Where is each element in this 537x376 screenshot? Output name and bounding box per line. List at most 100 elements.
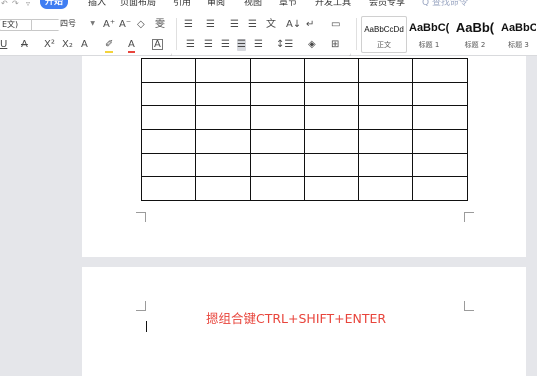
phonetic-guide-icon[interactable]: 雯 [155, 19, 165, 31]
menu-chapter[interactable]: 章节 [279, 0, 297, 9]
sort-icon[interactable]: A↓ [286, 19, 301, 31]
table-cell[interactable] [140, 58, 197, 83]
table-cell[interactable] [249, 129, 305, 154]
style-normal[interactable]: AaBbCcDd 正文 [361, 16, 407, 53]
font-color-icon[interactable]: A [128, 39, 135, 53]
margin-corner-mark [136, 212, 146, 222]
table-cell[interactable] [358, 58, 414, 83]
table-cell[interactable] [303, 105, 360, 131]
style-sample: AaBbCcDd [364, 25, 404, 34]
style-name: 正文 [377, 41, 391, 49]
table-row [140, 152, 468, 178]
style-sample: AaBbC [501, 22, 536, 34]
align-right-icon[interactable]: ☰ [221, 39, 230, 51]
table-cell[interactable] [303, 152, 360, 178]
table-cell[interactable] [249, 176, 305, 202]
highlight-icon[interactable]: ✐ [105, 39, 114, 53]
table-cell[interactable] [195, 176, 251, 202]
line-spacing-icon[interactable]: ↕☰ [276, 39, 293, 51]
menu-review[interactable]: 审阅 [207, 0, 225, 9]
table-cell[interactable] [249, 58, 305, 83]
table-cell[interactable] [249, 105, 305, 131]
table-cell[interactable] [412, 129, 468, 154]
table-cell[interactable] [195, 81, 251, 107]
subscript-icon[interactable]: X₂ [62, 39, 73, 51]
table-cell[interactable] [195, 152, 251, 178]
menu-home[interactable]: 开始 [40, 0, 69, 9]
table-cell[interactable] [303, 81, 360, 107]
grow-font-icon[interactable]: A⁺ [103, 19, 115, 31]
character-border-icon[interactable]: A [152, 39, 163, 50]
character-scale-icon[interactable]: ▭ [331, 19, 340, 31]
numbering-icon[interactable]: ☰ [206, 19, 215, 31]
quick-access-dropdown-icon[interactable]: ▿ [26, 0, 30, 9]
chevron-down-icon: ▼ [90, 20, 95, 27]
table-cell[interactable] [412, 81, 468, 107]
menu-references[interactable]: 引用 [173, 0, 191, 9]
table-cell[interactable] [140, 152, 197, 178]
table-cell[interactable] [358, 81, 414, 107]
shading-icon[interactable]: ◈ [308, 39, 316, 51]
margin-corner-mark [464, 212, 474, 222]
distributed-align-icon[interactable]: ☰ [254, 39, 263, 51]
decrease-indent-icon[interactable]: ☰ [230, 19, 239, 31]
underline-icon[interactable]: U [0, 39, 7, 51]
font-size-select[interactable]: 四号 ▼ [58, 19, 98, 31]
table-cell[interactable] [358, 105, 414, 131]
table-cell[interactable] [140, 176, 197, 202]
strikethrough-icon[interactable]: A [21, 39, 28, 51]
bullets-icon[interactable]: ☰ [184, 19, 193, 31]
menu-view[interactable]: 视图 [244, 0, 262, 9]
table-cell[interactable] [412, 152, 468, 178]
menu-developer-tools[interactable]: 开发工具 [315, 0, 351, 9]
increase-indent-icon[interactable]: ☰ [248, 19, 257, 31]
text-effect-icon[interactable]: A [81, 39, 88, 51]
align-left-icon[interactable]: ☰ [186, 39, 195, 51]
group-separator [356, 18, 357, 50]
page-body-text[interactable]: 摁组合键CTRL+SHIFT+ENTER [206, 308, 386, 327]
table-cell[interactable] [358, 152, 414, 178]
style-name: 标题 1 [418, 41, 440, 49]
table-cell[interactable] [358, 176, 414, 202]
table-cell[interactable] [195, 105, 251, 131]
table-cell[interactable] [412, 176, 468, 202]
style-heading-1[interactable]: AaBbC( 标题 1 [408, 16, 450, 53]
undo-icon[interactable]: ↶ [1, 0, 8, 9]
align-center-icon[interactable]: ☰ [204, 39, 213, 51]
redo-icon[interactable]: ↷ [12, 0, 19, 9]
chinese-layout-icon[interactable]: 文 [266, 19, 276, 31]
document-page-2[interactable]: 摁组合键CTRL+SHIFT+ENTER [82, 267, 526, 376]
table-cell[interactable] [140, 105, 197, 131]
shrink-font-icon[interactable]: A⁻ [119, 19, 131, 31]
table-cell[interactable] [412, 105, 468, 131]
menu-page-layout[interactable]: 页面布局 [120, 0, 156, 9]
table-cell[interactable] [303, 129, 360, 154]
table-cell[interactable] [303, 58, 360, 83]
style-heading-3[interactable]: AaBbC 标题 3 [500, 16, 537, 53]
menu-member[interactable]: 会员专享 [369, 0, 405, 9]
show-paragraph-marks-icon[interactable]: ↵ [306, 19, 314, 31]
table-row [140, 58, 468, 83]
superscript-icon[interactable]: X² [44, 39, 55, 51]
font-field-divider [31, 19, 32, 31]
table-cell[interactable] [412, 58, 468, 83]
table-cell[interactable] [140, 81, 197, 107]
table-cell[interactable] [195, 129, 251, 154]
justify-icon[interactable]: ☰ [237, 39, 246, 51]
table-cell[interactable] [249, 81, 305, 107]
clear-format-icon[interactable]: ◇ [137, 19, 145, 31]
table-cell[interactable] [358, 129, 414, 154]
command-search[interactable]: Q 查找命令 [422, 0, 468, 9]
table-cell[interactable] [195, 58, 251, 83]
borders-icon[interactable]: ⊞ [331, 39, 339, 51]
style-heading-2[interactable]: AaBb( 标题 2 [452, 16, 498, 53]
style-sample: AaBb( [455, 20, 495, 35]
group-separator [176, 18, 177, 50]
document-table[interactable] [140, 58, 468, 202]
table-cell[interactable] [140, 129, 197, 154]
margin-corner-mark [464, 301, 474, 311]
menu-insert[interactable]: 插入 [88, 0, 106, 9]
table-cell[interactable] [303, 176, 360, 202]
document-page-1[interactable] [82, 56, 526, 257]
table-cell[interactable] [249, 152, 305, 178]
